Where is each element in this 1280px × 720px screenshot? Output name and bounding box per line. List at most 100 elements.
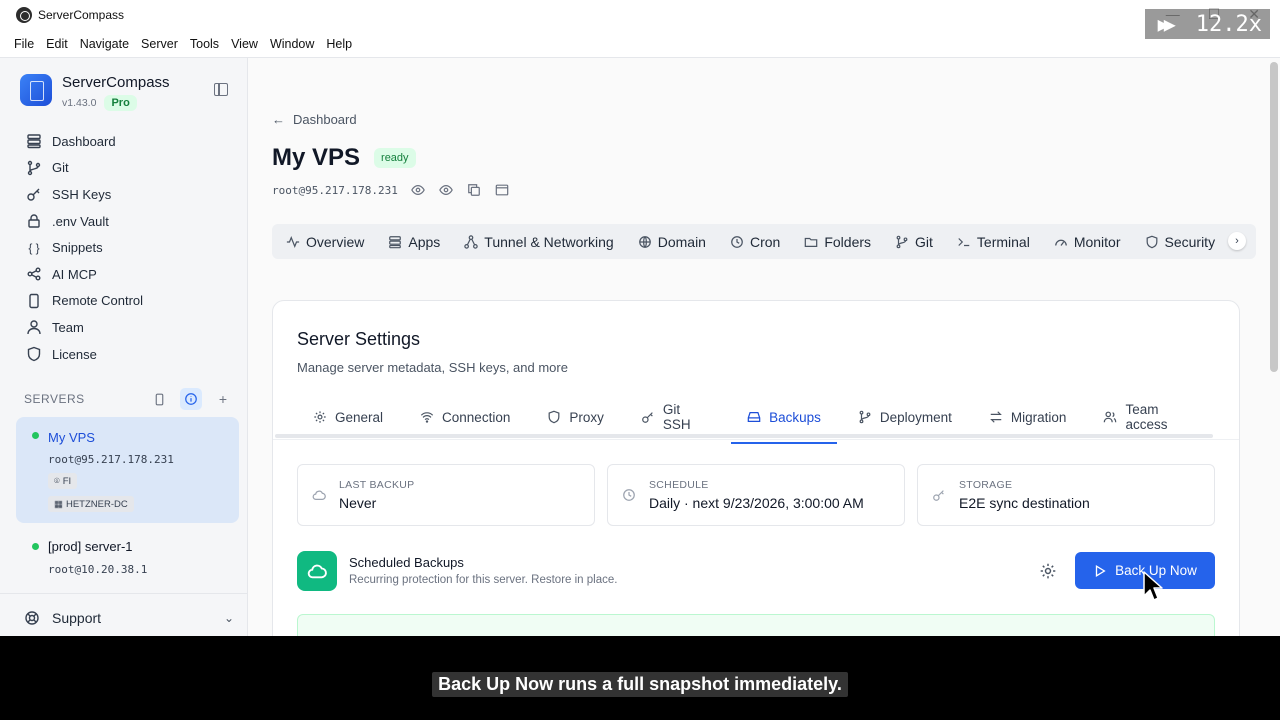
tabs-scroll-track[interactable] xyxy=(275,434,1213,438)
server-header: My VPS ready xyxy=(272,144,416,172)
status-dot xyxy=(32,543,39,550)
tab-git-ssh[interactable]: Git SSH xyxy=(641,402,710,432)
page-title: My VPS xyxy=(272,144,361,171)
chevron-down-icon: ⌄ xyxy=(223,611,234,625)
tab-team-access[interactable]: Team access xyxy=(1103,402,1202,432)
menu-help[interactable]: Help xyxy=(326,37,352,51)
servers-header: SERVERS + xyxy=(24,388,234,410)
app-window: ServerCompass — ☐ ✕ ▶▶ 12.2x File Edit N… xyxy=(0,0,1280,636)
server-host: root@95.217.178.231 xyxy=(48,453,174,466)
location-label: FI xyxy=(62,475,72,487)
server-name[interactable]: My VPS xyxy=(48,430,95,445)
support-toggle[interactable]: Support ⌄ xyxy=(24,606,234,630)
brand: ServerCompass v1.43.0 Pro xyxy=(20,74,170,111)
status-dot xyxy=(32,432,39,439)
tab-label: Monitor xyxy=(1073,233,1121,250)
tab-proxy[interactable]: Proxy xyxy=(547,404,604,430)
device-icon[interactable] xyxy=(148,388,170,410)
tab-general[interactable]: General xyxy=(313,404,383,430)
sidebar-item-license[interactable]: License xyxy=(16,341,236,368)
sidebar-nav: Dashboard Git SSH Keys .env Vault { } Sn… xyxy=(16,128,236,367)
stat-value: Daily · next 9/23/2026, 3:00:00 AM xyxy=(649,495,864,511)
shield-icon xyxy=(1145,235,1159,249)
shield-icon xyxy=(26,346,42,362)
sidebar-item-dashboard[interactable]: Dashboard xyxy=(16,128,236,155)
terminal-window-icon[interactable] xyxy=(494,182,510,198)
tab-terminal[interactable]: Terminal xyxy=(957,234,1030,250)
menu-server[interactable]: Server xyxy=(141,37,178,51)
sidebar-item-env-vault[interactable]: .env Vault xyxy=(16,208,236,235)
tab-folders[interactable]: Folders xyxy=(804,234,871,250)
tab-domain[interactable]: Domain xyxy=(638,234,706,250)
sidebar-collapse-icon[interactable] xyxy=(214,83,228,96)
backup-status-panel xyxy=(297,614,1215,636)
eye-icon[interactable] xyxy=(438,182,454,198)
tab-cron[interactable]: Cron xyxy=(730,234,780,250)
tab-migration[interactable]: Migration xyxy=(989,404,1066,430)
menu-navigate[interactable]: Navigate xyxy=(80,37,129,51)
phone-icon xyxy=(26,293,42,309)
divider xyxy=(273,439,1239,440)
sidebar-item-label: Snippets xyxy=(52,240,103,256)
git-branch-icon xyxy=(895,235,909,249)
brand-name: ServerCompass xyxy=(62,74,170,91)
settings-tabs: General Connection Proxy Git SSH Backups… xyxy=(313,402,1239,444)
sidebar-item-label: Dashboard xyxy=(52,133,116,149)
activity-icon xyxy=(286,235,300,249)
sidebar-item-label: Remote Control xyxy=(52,293,144,309)
sidebar-item-ai-mcp[interactable]: AI MCP xyxy=(16,261,236,288)
tab-tunnel-networking[interactable]: Tunnel & Networking xyxy=(464,234,614,250)
info-icon[interactable] xyxy=(180,388,202,410)
server-settings-card: Server Settings Manage server metadata, … xyxy=(272,300,1240,636)
scrollbar[interactable] xyxy=(1270,62,1278,372)
tab-overview[interactable]: Overview xyxy=(286,234,364,250)
users-icon xyxy=(1103,410,1117,424)
add-server-icon[interactable]: + xyxy=(212,388,234,410)
server-host: root@10.20.38.1 xyxy=(48,563,148,576)
sidebar-item-label: .env Vault xyxy=(52,213,109,229)
tab-git[interactable]: Git xyxy=(895,234,933,250)
title-bar: ServerCompass — ☐ ✕ xyxy=(0,0,1280,30)
gauge-icon xyxy=(1054,235,1068,249)
tab-label: Proxy xyxy=(569,409,604,425)
tab-label: Terminal xyxy=(976,233,1030,250)
clock-icon xyxy=(730,235,744,249)
copy-icon[interactable] xyxy=(466,182,482,198)
settings-subtitle: Manage server metadata, SSH keys, and mo… xyxy=(297,360,568,375)
menu-tools[interactable]: Tools xyxy=(190,37,219,51)
tab-backups[interactable]: Backups xyxy=(731,404,837,444)
breadcrumb[interactable]: ← Dashboard xyxy=(272,112,357,127)
tab-label: General xyxy=(335,409,384,425)
support-label: Support xyxy=(52,610,102,626)
stat-label: SCHEDULE xyxy=(649,479,709,491)
stat-label: LAST BACKUP xyxy=(339,479,415,491)
tab-apps[interactable]: Apps xyxy=(388,234,440,250)
tab-monitor[interactable]: Monitor xyxy=(1054,234,1121,250)
menu-view[interactable]: View xyxy=(231,37,258,51)
sidebar-item-label: AI MCP xyxy=(52,266,97,282)
menu-window[interactable]: Window xyxy=(270,37,314,51)
tabs-scroll-right-button[interactable]: › xyxy=(1228,232,1246,250)
share-icon xyxy=(26,266,42,282)
menu-file[interactable]: File xyxy=(14,37,34,51)
sidebar-item-team[interactable]: Team xyxy=(16,314,236,341)
backup-settings-gear-icon[interactable] xyxy=(1037,560,1059,582)
server-name[interactable]: [prod] server-1 xyxy=(48,539,133,554)
eye-icon[interactable] xyxy=(410,182,426,198)
video-caption: Back Up Now runs a full snapshot immedia… xyxy=(0,672,1280,697)
key-icon xyxy=(26,186,42,202)
cloud-icon xyxy=(297,551,337,591)
menu-edit[interactable]: Edit xyxy=(46,37,68,51)
window-title: ServerCompass xyxy=(38,8,125,22)
sidebar-item-remote-control[interactable]: Remote Control xyxy=(16,288,236,315)
tab-label: Backups xyxy=(769,409,821,425)
sidebar-item-git[interactable]: Git xyxy=(16,155,236,182)
tab-connection[interactable]: Connection xyxy=(420,404,510,430)
tab-label: Overview xyxy=(306,233,365,250)
sidebar-item-ssh-keys[interactable]: SSH Keys xyxy=(16,181,236,208)
tab-security[interactable]: Security xyxy=(1145,234,1215,250)
tab-deployment[interactable]: Deployment xyxy=(858,404,952,430)
sidebar-item-snippets[interactable]: { } Snippets xyxy=(16,234,236,261)
braces-icon: { } xyxy=(28,240,40,255)
tab-label: Git SSH xyxy=(662,402,691,432)
